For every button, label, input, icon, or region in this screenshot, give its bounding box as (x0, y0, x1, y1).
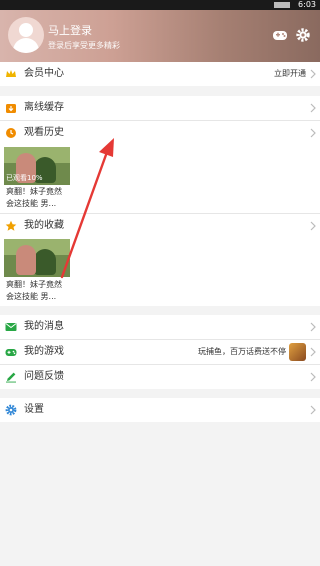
signal-icon (274, 2, 290, 8)
games-row[interactable]: 我的游戏 玩捕鱼，百万话费送不停 (0, 340, 320, 364)
pencil-icon (6, 372, 16, 383)
offline-cache-label: 离线缓存 (24, 102, 64, 113)
history-row[interactable]: 观看历史 (0, 121, 320, 145)
vip-center-row[interactable]: 会员中心 立即开通 (0, 62, 320, 86)
chevron-right-icon (310, 322, 316, 332)
login-subtitle: 登录后享受更多精彩 (48, 41, 120, 50)
settings-gear-icon[interactable] (295, 27, 311, 43)
login-title[interactable]: 马上登录 (48, 22, 92, 38)
download-box-icon (6, 104, 16, 113)
gear-icon (5, 404, 17, 416)
chevron-right-icon (310, 221, 316, 231)
watch-progress-caption: 已观看10% (6, 174, 43, 182)
vip-center-label: 会员中心 (24, 68, 64, 79)
envelope-icon (5, 323, 17, 331)
status-time: 6:03 (298, 0, 316, 9)
settings-label: 设置 (24, 404, 44, 415)
status-bar: 6:03 (0, 0, 320, 10)
games-label: 我的游戏 (24, 346, 64, 357)
profile-header[interactable]: 马上登录 登录后享受更多精彩 (0, 10, 320, 62)
feedback-label: 问题反馈 (24, 371, 64, 382)
gamepad-icon[interactable] (272, 27, 288, 43)
games-promo-text[interactable]: 玩捕鱼，百万话费送不停 (198, 340, 286, 364)
favorite-video-title[interactable]: 爽翻！妹子竟然 会这技能 男... (6, 279, 76, 303)
favorite-video-thumbnail[interactable] (4, 239, 70, 277)
crown-icon (6, 70, 16, 77)
offline-cache-row[interactable]: 离线缓存 (0, 96, 320, 120)
chevron-right-icon (310, 128, 316, 138)
history-video-title[interactable]: 爽翻！妹子竟然 会这技能 男... (6, 186, 76, 210)
chevron-right-icon (310, 347, 316, 357)
star-icon (5, 220, 17, 231)
chevron-right-icon (310, 69, 316, 79)
favorites-label: 我的收藏 (24, 220, 64, 231)
feedback-row[interactable]: 问题反馈 (0, 365, 320, 389)
game-controller-icon (5, 349, 17, 356)
settings-row[interactable]: 设置 (0, 398, 320, 422)
messages-label: 我的消息 (24, 321, 64, 332)
vip-open-link[interactable]: 立即开通 (274, 62, 306, 86)
chevron-right-icon (310, 405, 316, 415)
messages-row[interactable]: 我的消息 (0, 315, 320, 339)
history-video-thumbnail[interactable]: 已观看10% (4, 147, 70, 185)
game-promo-thumbnail[interactable] (289, 343, 306, 361)
chevron-right-icon (310, 372, 316, 382)
history-label: 观看历史 (24, 127, 64, 138)
favorites-row[interactable]: 我的收藏 (0, 214, 320, 238)
clock-icon (6, 128, 16, 138)
chevron-right-icon (310, 103, 316, 113)
avatar[interactable] (8, 17, 44, 53)
